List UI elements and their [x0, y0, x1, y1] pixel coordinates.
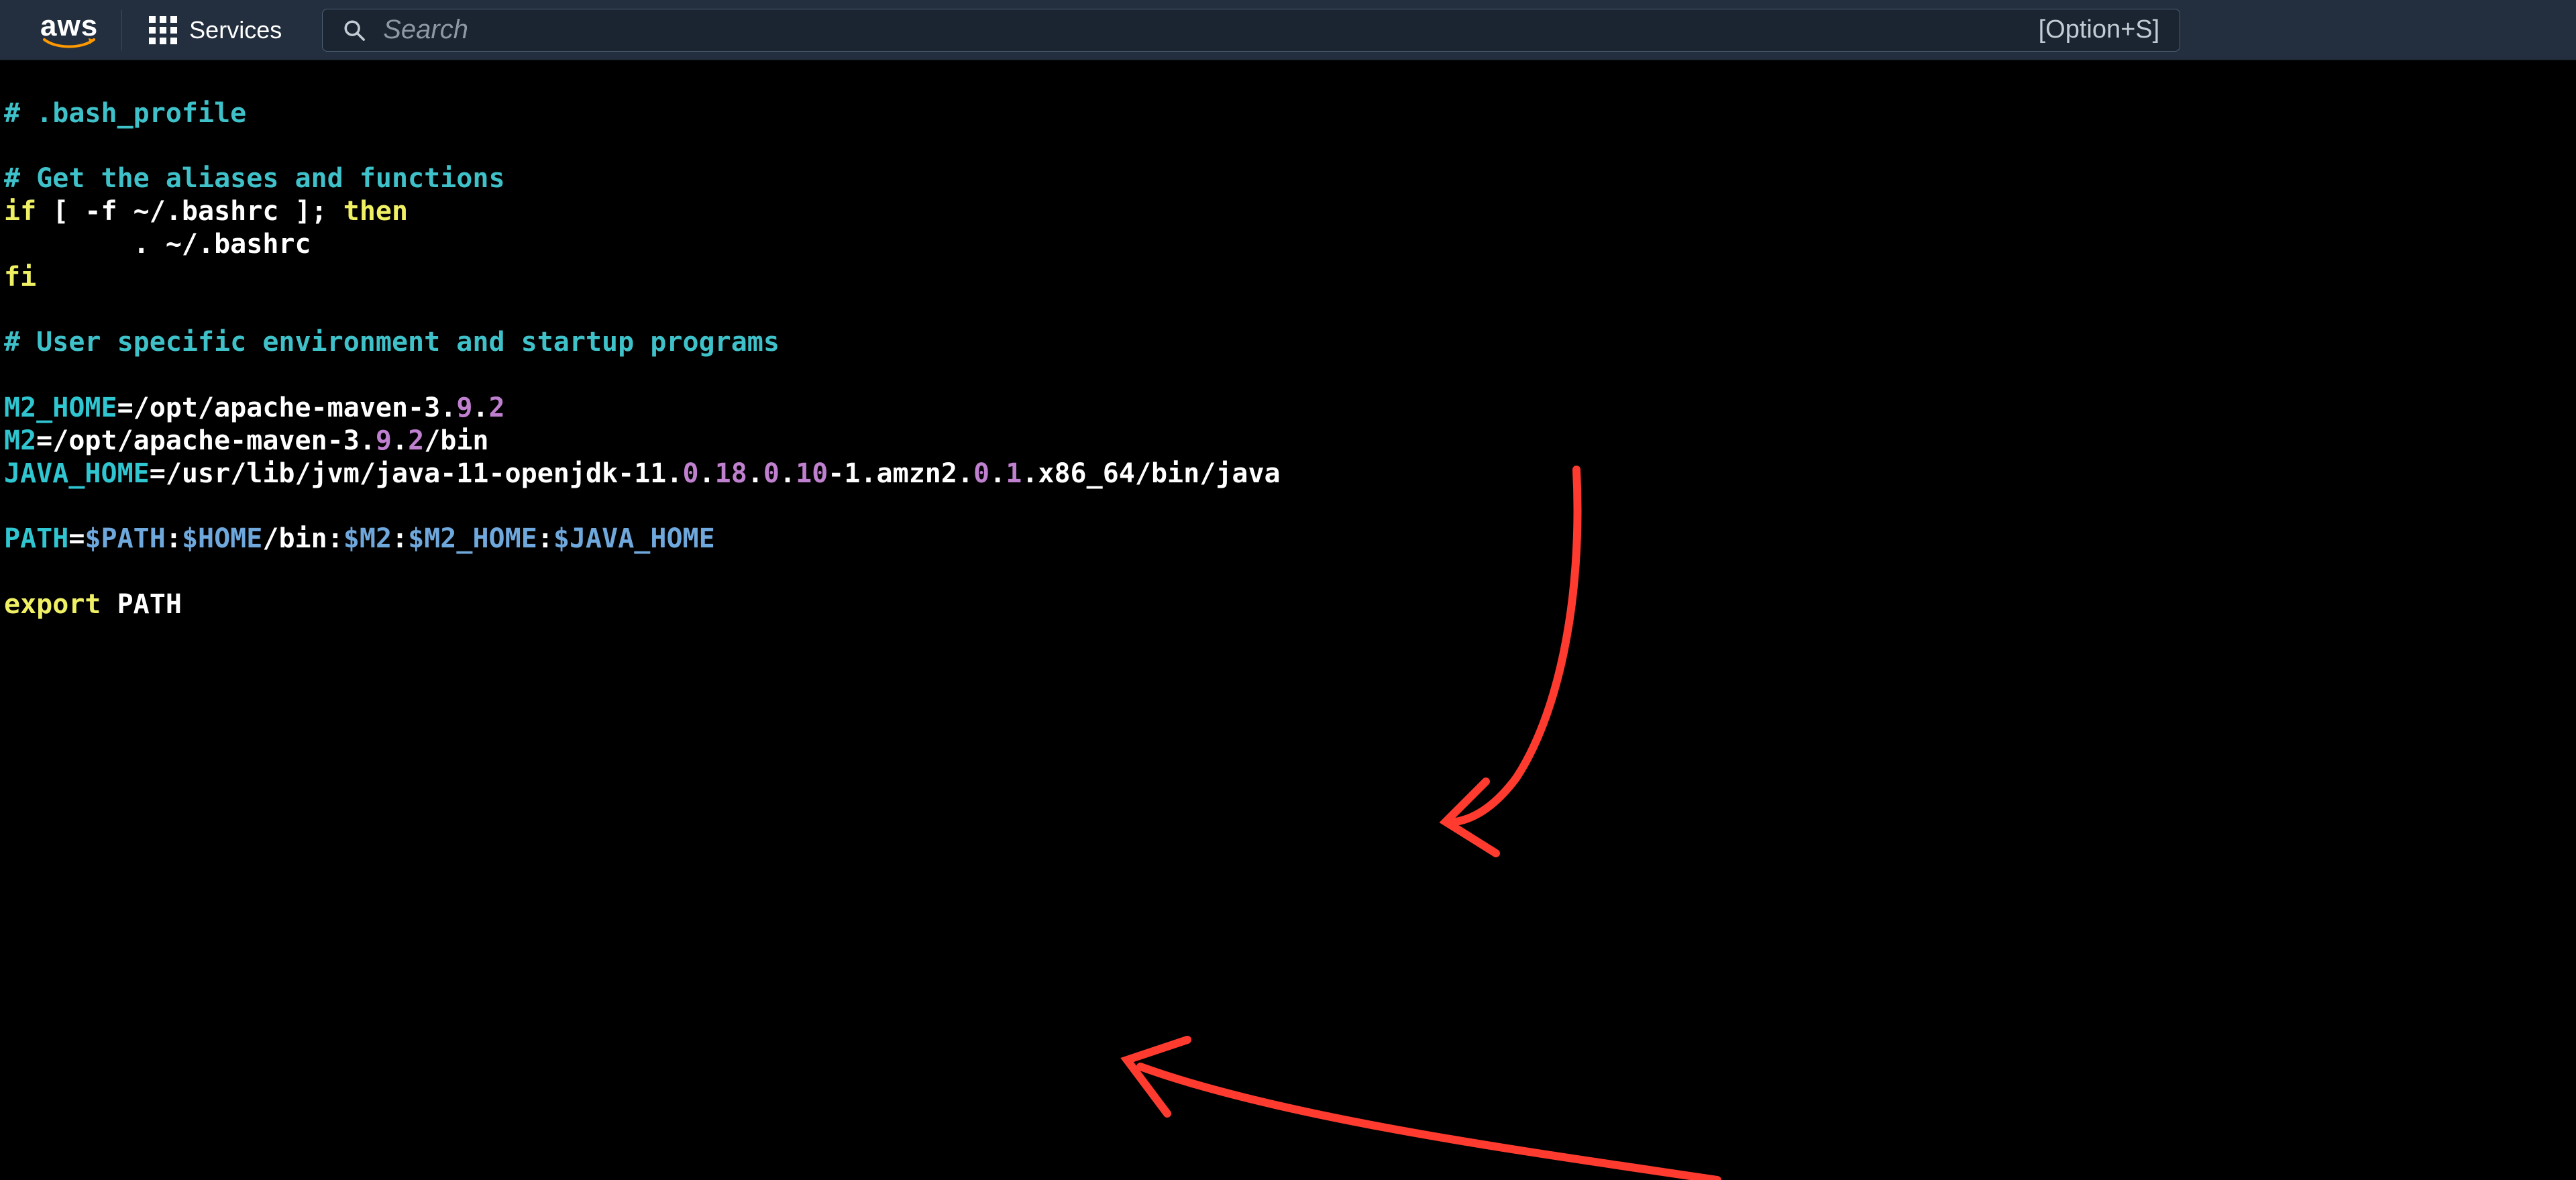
code-text: .x86_64/bin/java: [1022, 458, 1280, 489]
code-text: =/usr/lib/jvm/java-11-openjdk-11.: [150, 458, 683, 489]
code-keyword-if: if: [4, 196, 36, 227]
code-text: .: [472, 392, 488, 423]
code-comment: # .bash_profile: [4, 98, 246, 129]
code-text: .: [989, 458, 1006, 489]
code-var: PATH: [4, 523, 68, 554]
code-text: .: [699, 458, 715, 489]
code-text: =/opt/apache-maven-3.: [36, 425, 376, 456]
search-input[interactable]: [382, 14, 2022, 46]
header-search[interactable]: [Option+S]: [322, 9, 2180, 52]
aws-header: aws Services [Option+S]: [0, 0, 2576, 60]
code-text: =/opt/apache-maven-3.: [117, 392, 457, 423]
code-text: .: [780, 458, 796, 489]
aws-smile-icon: [43, 38, 95, 49]
code-number: 2: [489, 392, 505, 423]
code-number: 10: [796, 458, 828, 489]
code-envvar: $M2_HOME: [408, 523, 537, 554]
code-var: M2: [4, 425, 36, 456]
code-envvar: $HOME: [182, 523, 262, 554]
code-text: :: [166, 523, 182, 554]
code-text: -1.amzn2.: [828, 458, 973, 489]
code-number: 9: [376, 425, 392, 456]
code-number: 18: [715, 458, 747, 489]
code-text: .: [747, 458, 763, 489]
search-icon: [343, 19, 366, 42]
code-number: 0: [973, 458, 989, 489]
code-number: 0: [682, 458, 698, 489]
code-number: 1: [1006, 458, 1022, 489]
aws-logo-text: aws: [40, 11, 98, 41]
code-text: PATH: [101, 589, 182, 620]
code-text: /bin:: [262, 523, 343, 554]
code-number: 2: [408, 425, 424, 456]
code-envvar: $M2: [343, 523, 392, 554]
code-envvar: $JAVA_HOME: [553, 523, 715, 554]
terminal-code: # .bash_profile # Get the aliases and fu…: [0, 60, 2576, 621]
search-shortcut-hint: [Option+S]: [2039, 15, 2160, 44]
code-number: 9: [456, 392, 472, 423]
code-number: 0: [763, 458, 780, 489]
code-text: =: [68, 523, 85, 554]
code-var: JAVA_HOME: [4, 458, 150, 489]
code-text: . ~/.bashrc: [4, 229, 311, 260]
code-envvar: $PATH: [85, 523, 165, 554]
code-comment: # Get the aliases and functions: [4, 163, 505, 194]
services-label: Services: [189, 16, 282, 44]
code-keyword-then: then: [343, 196, 408, 227]
aws-logo[interactable]: aws: [40, 10, 122, 50]
code-keyword-fi: fi: [4, 262, 36, 292]
code-var: M2_HOME: [4, 392, 117, 423]
services-grid-icon: [149, 16, 177, 44]
code-keyword-export: export: [4, 589, 101, 620]
code-text: :: [392, 523, 408, 554]
code-text: .: [392, 425, 408, 456]
code-text: :: [537, 523, 553, 554]
code-text: [ -f ~/.bashrc ];: [36, 196, 343, 227]
code-text: /bin: [424, 425, 488, 456]
services-menu[interactable]: Services: [149, 16, 282, 44]
code-comment: # User specific environment and startup …: [4, 327, 780, 358]
